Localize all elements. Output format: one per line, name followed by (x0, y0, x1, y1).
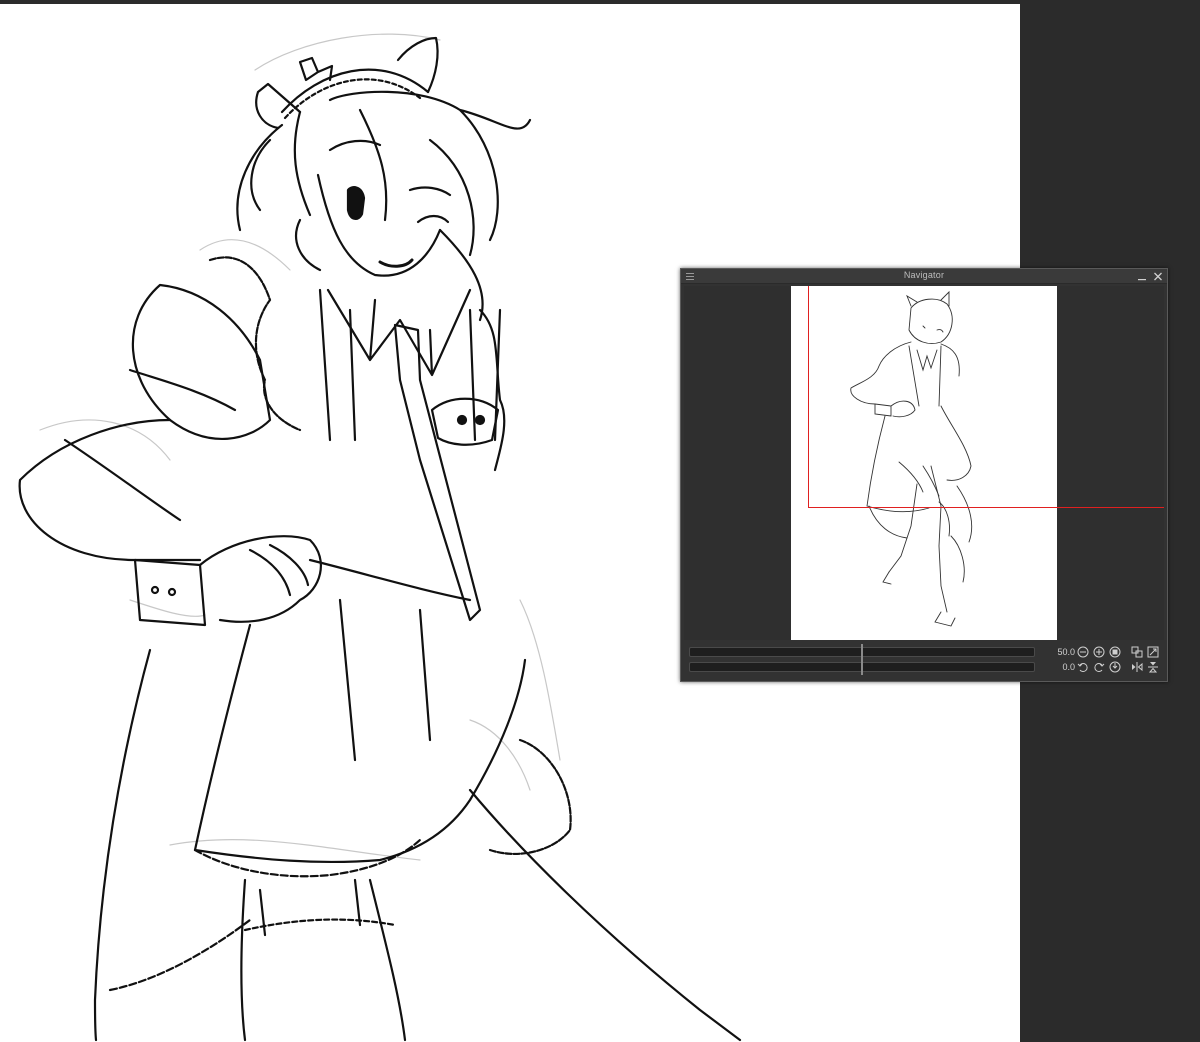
zoom-slider-thumb[interactable] (861, 644, 863, 660)
zoom-slider[interactable] (689, 644, 1035, 660)
leg (240, 878, 407, 1042)
headband-frill (283, 78, 422, 120)
rotation-value[interactable]: 0.0 (1047, 662, 1075, 672)
flip-vertical-icon[interactable] (1147, 661, 1159, 673)
arm (18, 418, 202, 562)
apron-frills-right (478, 308, 506, 472)
rotate-left-icon[interactable] (1077, 661, 1089, 673)
navigator-view-rectangle[interactable] (808, 286, 1164, 508)
waistband (308, 558, 472, 602)
eye-right-wink (416, 214, 450, 224)
dress-hem-frill (108, 918, 252, 992)
navigator-preview[interactable] (684, 286, 1164, 640)
dress-right (468, 788, 742, 1042)
eye-left (346, 186, 366, 220)
rotation-slider[interactable] (689, 659, 1035, 675)
sketch-guides (39, 33, 561, 861)
minimize-icon[interactable] (1137, 270, 1147, 282)
skirt-pocket-frill (488, 738, 572, 855)
navigator-titlebar[interactable]: Navigator (681, 269, 1167, 284)
zoom-out-icon[interactable] (1077, 646, 1089, 658)
navigator-title: Navigator (903, 270, 945, 280)
zoom-value[interactable]: 50.0 (1047, 647, 1075, 657)
sleeve (131, 283, 272, 441)
fit-to-window-icon[interactable] (1109, 646, 1121, 658)
zoom-in-icon[interactable] (1093, 646, 1105, 658)
rotation-slider-thumb[interactable] (861, 659, 863, 675)
stocking-band (243, 918, 397, 932)
actual-size-icon[interactable] (1131, 646, 1143, 658)
navigator-controls: 50.0 0.0 (684, 642, 1164, 678)
hand (198, 535, 322, 623)
mouth (378, 258, 414, 268)
face-outline (316, 173, 442, 277)
ear-left (255, 82, 302, 130)
tie (393, 323, 482, 622)
rotate-right-icon[interactable] (1093, 661, 1105, 673)
fit-all-icon[interactable] (1147, 646, 1159, 658)
close-icon[interactable] (1153, 270, 1163, 282)
flip-horizontal-icon[interactable] (1131, 661, 1143, 673)
garter (258, 878, 362, 937)
reset-rotation-icon[interactable] (1109, 661, 1121, 673)
navigator-panel: Navigator 50.0 0.0 (680, 268, 1168, 682)
apron-skirt (193, 623, 527, 864)
